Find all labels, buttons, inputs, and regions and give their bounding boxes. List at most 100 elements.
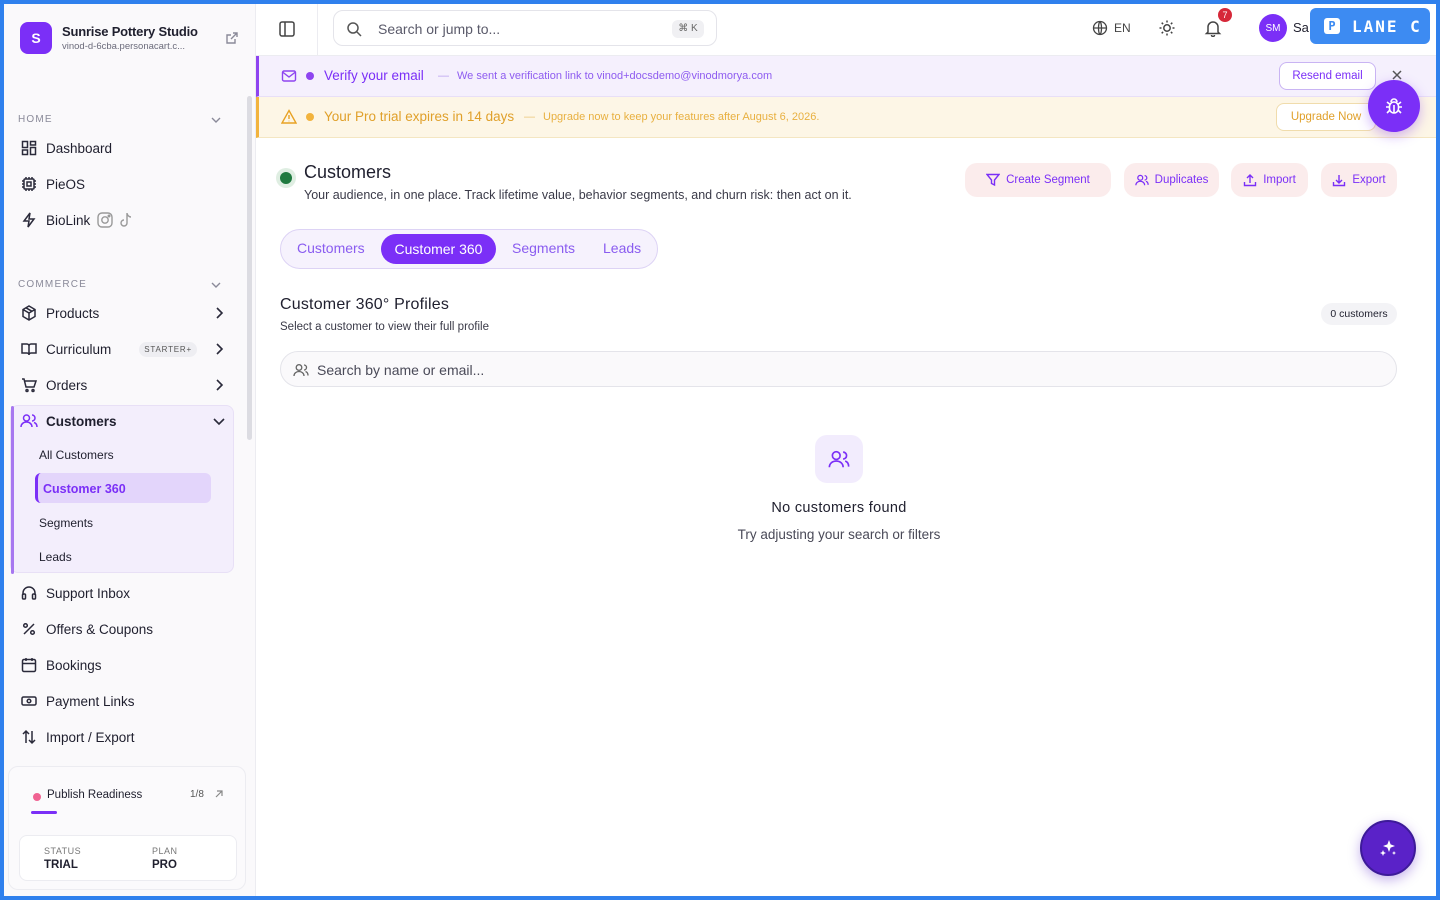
topbar: ⌘ K EN 7 SM Sa bbox=[256, 4, 1436, 56]
sun-icon[interactable] bbox=[1158, 19, 1176, 37]
cart-icon bbox=[20, 376, 38, 394]
ai-assistant-button[interactable] bbox=[1360, 820, 1416, 876]
sidebar-item-label: PieOS bbox=[46, 176, 86, 192]
duplicates-button[interactable]: Duplicates bbox=[1124, 163, 1219, 197]
bug-icon bbox=[1386, 98, 1402, 114]
section-label-commerce: COMMERCE bbox=[18, 279, 88, 290]
empty-state-icon bbox=[815, 435, 863, 483]
sidebar-sub-leads[interactable]: Leads bbox=[39, 550, 72, 564]
avatar[interactable]: SM bbox=[1259, 14, 1287, 42]
tab-leads[interactable]: Leads bbox=[603, 240, 641, 256]
readiness-title: Publish Readiness bbox=[47, 789, 143, 801]
verify-separator: — bbox=[438, 70, 449, 82]
calendar-icon bbox=[20, 656, 38, 674]
brand-header[interactable]: S Sunrise Pottery Studio vinod-d-6cba.pe… bbox=[20, 20, 240, 56]
chevron-down-icon[interactable] bbox=[210, 279, 222, 291]
empty-state-title: No customers found bbox=[771, 500, 907, 516]
search-icon bbox=[347, 22, 362, 37]
sidebar-item-orders[interactable]: Orders bbox=[20, 370, 236, 400]
sidebar-item-label: Products bbox=[46, 305, 100, 321]
sidebar-item-label: Dashboard bbox=[46, 140, 113, 156]
import-label: Import bbox=[1263, 174, 1296, 186]
sidebar-item-label: Curriculum bbox=[46, 341, 112, 357]
verify-email-banner: Verify your email — We sent a verificati… bbox=[256, 56, 1436, 97]
download-icon bbox=[1333, 175, 1346, 187]
sidebar-item-curriculum[interactable]: Curriculum STARTER+ bbox=[20, 334, 236, 364]
readiness-dot bbox=[33, 793, 41, 801]
bell-icon[interactable] bbox=[1204, 19, 1222, 37]
users-icon bbox=[20, 412, 38, 430]
sparkle-icon bbox=[1380, 840, 1396, 856]
bug-report-button[interactable] bbox=[1368, 80, 1420, 132]
sidebar-item-customers[interactable]: Customers bbox=[20, 406, 236, 436]
sidebar-item-payment-links[interactable]: Payment Links bbox=[20, 686, 236, 716]
topbar-divider bbox=[317, 4, 318, 56]
tab-segments[interactable]: Segments bbox=[512, 240, 575, 256]
sidebar-item-biolink[interactable]: BioLink bbox=[20, 205, 236, 235]
tab-customers[interactable]: Customers bbox=[297, 240, 365, 256]
import-button[interactable]: Import bbox=[1231, 163, 1308, 197]
arrow-up-right-icon[interactable] bbox=[214, 789, 224, 799]
tab-customer-360[interactable]: Customer 360 bbox=[381, 234, 496, 264]
chevron-right-icon bbox=[216, 379, 224, 391]
users-icon bbox=[293, 364, 309, 377]
dashboard-icon bbox=[20, 139, 38, 157]
sidebar-sub-all-customers[interactable]: All Customers bbox=[39, 448, 114, 462]
tab-bar: Customers Customer 360 Segments Leads bbox=[280, 229, 658, 269]
sidebar-item-bookings[interactable]: Bookings bbox=[20, 650, 236, 680]
instagram-icon[interactable] bbox=[96, 211, 114, 229]
lane-letter: P bbox=[1324, 18, 1340, 34]
tiktok-icon[interactable] bbox=[120, 211, 134, 229]
trial-separator: — bbox=[524, 111, 535, 123]
publish-readiness-card[interactable]: Publish Readiness 1/8 STATUS TRIAL PLAN … bbox=[8, 766, 246, 890]
percent-icon bbox=[20, 620, 38, 638]
sidebar: S Sunrise Pottery Studio vinod-d-6cba.pe… bbox=[4, 4, 256, 896]
sidebar-item-import-export[interactable]: Import / Export bbox=[20, 722, 236, 752]
book-icon bbox=[20, 340, 38, 358]
lane-label: LANE C bbox=[1352, 16, 1422, 36]
sidebar-item-dashboard[interactable]: Dashboard bbox=[20, 133, 236, 163]
trial-dot bbox=[306, 113, 314, 121]
users-icon bbox=[1134, 174, 1149, 186]
customer-count-badge: 0 customers bbox=[1321, 303, 1397, 325]
sidebar-sub-segments[interactable]: Segments bbox=[39, 516, 93, 530]
lane-badge: P LANE C bbox=[1310, 8, 1430, 44]
sort-arrows-icon bbox=[20, 728, 38, 746]
verify-title: Verify your email bbox=[324, 68, 424, 83]
sidebar-item-pieos[interactable]: PieOS bbox=[20, 169, 236, 199]
global-search[interactable]: ⌘ K bbox=[333, 10, 717, 46]
sidebar-item-support-inbox[interactable]: Support Inbox bbox=[20, 578, 236, 608]
create-segment-button[interactable]: Create Segment bbox=[965, 163, 1111, 197]
chevron-down-icon[interactable] bbox=[210, 114, 222, 126]
trial-title: Your Pro trial expires in 14 days bbox=[324, 109, 515, 124]
readiness-progress-bar bbox=[31, 811, 57, 814]
create-segment-label: Create Segment bbox=[1006, 174, 1090, 186]
sidebar-sub-customer-360[interactable]: Customer 360 bbox=[43, 482, 126, 496]
upgrade-now-button[interactable]: Upgrade Now bbox=[1276, 103, 1376, 131]
export-button[interactable]: Export bbox=[1321, 163, 1397, 197]
status-value: TRIAL bbox=[44, 859, 78, 871]
mail-icon bbox=[281, 70, 297, 82]
trial-banner: Your Pro trial expires in 14 days — Upgr… bbox=[256, 97, 1436, 138]
export-label: Export bbox=[1352, 174, 1386, 186]
section-subtitle: Select a customer to view their full pro… bbox=[280, 321, 490, 333]
empty-state-subtitle: Try adjusting your search or filters bbox=[737, 527, 941, 542]
sidebar-toggle-icon[interactable] bbox=[278, 20, 296, 38]
sidebar-item-products[interactable]: Products bbox=[20, 298, 236, 328]
duplicates-label: Duplicates bbox=[1154, 174, 1209, 186]
readiness-count: 1/8 bbox=[190, 789, 204, 800]
notification-count: 7 bbox=[1218, 8, 1232, 22]
upload-icon bbox=[1244, 174, 1257, 187]
warning-icon bbox=[281, 109, 297, 124]
customer-search-input[interactable] bbox=[317, 360, 917, 380]
verify-dot bbox=[306, 72, 314, 80]
verify-message: We sent a verification link to vinod+doc… bbox=[457, 70, 773, 82]
customer-search[interactable] bbox=[280, 351, 1397, 387]
sidebar-item-offers-coupons[interactable]: Offers & Coupons bbox=[20, 614, 236, 644]
external-link-icon[interactable] bbox=[224, 30, 240, 46]
chevron-right-icon bbox=[216, 307, 224, 319]
search-input[interactable] bbox=[378, 19, 658, 39]
sidebar-scrollbar[interactable] bbox=[247, 96, 252, 440]
resend-email-button[interactable]: Resend email bbox=[1279, 62, 1376, 90]
language-switcher[interactable]: EN bbox=[1092, 20, 1131, 36]
